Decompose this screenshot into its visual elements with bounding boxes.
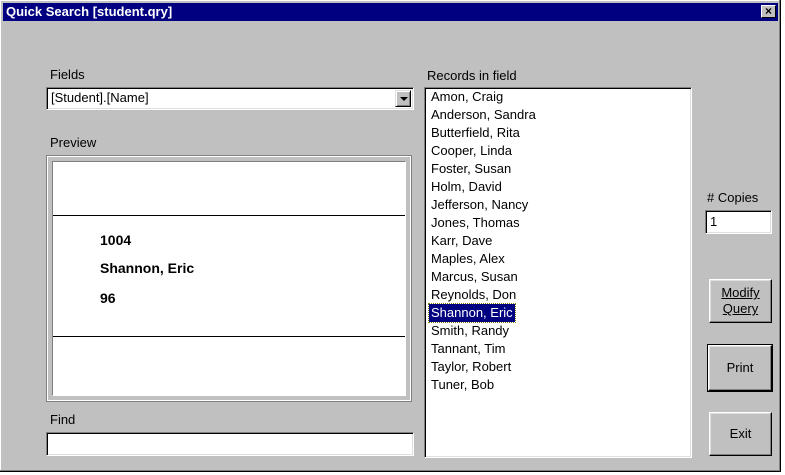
find-input[interactable] xyxy=(46,432,414,456)
record-list-item[interactable]: Cooper, Linda xyxy=(429,142,514,160)
fields-label: Fields xyxy=(50,67,85,82)
record-list-item[interactable]: Jefferson, Nancy xyxy=(429,196,530,214)
preview-line-score: 96 xyxy=(100,290,116,306)
records-listbox[interactable]: Amon, Craig Anderson, Sandra Butterfield, … xyxy=(424,87,692,458)
record-list-item[interactable]: Karr, Dave xyxy=(429,232,494,250)
dialog-window: Quick Search [student.qry] × Fields [Stu… xyxy=(0,0,781,472)
modify-label-line2: Query xyxy=(722,301,759,316)
modify-query-button[interactable]: Modify Query xyxy=(709,279,772,323)
record-list-item[interactable]: Amon, Craig xyxy=(429,88,505,106)
window-title: Quick Search [student.qry] xyxy=(6,4,173,19)
exit-button[interactable]: Exit xyxy=(709,412,772,456)
close-button[interactable]: × xyxy=(761,5,776,18)
preview-line-id: 1004 xyxy=(100,232,132,248)
record-list-item[interactable]: Smith, Randy xyxy=(429,322,511,340)
record-list-item[interactable]: Tuner, Bob xyxy=(429,376,496,394)
preview-label: Preview xyxy=(50,135,97,150)
copies-input[interactable]: 1 xyxy=(705,210,772,234)
record-list-item[interactable]: Jones, Thomas xyxy=(429,214,522,232)
preview-line-name: Shannon, Eric xyxy=(100,260,195,276)
record-list-item[interactable]: Tannant, Tim xyxy=(429,340,507,358)
title-bar[interactable]: Quick Search [student.qry] × xyxy=(3,3,778,21)
record-list-item[interactable]: Maples, Alex xyxy=(429,250,507,268)
record-list-item[interactable]: Butterfield, Rita xyxy=(429,124,522,142)
fields-selected-value: [Student].[Name] xyxy=(51,90,149,105)
copies-label: # Copies xyxy=(707,190,759,205)
record-list-item[interactable]: Marcus, Susan xyxy=(429,268,520,286)
exit-label: Exit xyxy=(729,426,752,441)
preview-label-card: 1004 Shannon, Eric 96 xyxy=(53,215,405,337)
record-list-item[interactable]: Shannon, Eric xyxy=(428,303,516,323)
record-list-item[interactable]: Anderson, Sandra xyxy=(429,106,538,124)
fields-dropdown-button[interactable] xyxy=(395,90,411,107)
print-label: Print xyxy=(726,360,754,375)
close-icon: × xyxy=(764,4,772,18)
record-list-item[interactable]: Reynolds, Don xyxy=(429,286,518,304)
record-list-item[interactable]: Foster, Susan xyxy=(429,160,513,178)
fields-combobox[interactable]: [Student].[Name] xyxy=(46,87,414,110)
copies-value: 1 xyxy=(710,214,718,229)
modify-label-line1: Modify xyxy=(721,285,760,300)
print-button[interactable]: Print xyxy=(707,344,773,392)
records-label: Records in field xyxy=(427,68,517,83)
record-list-item[interactable]: Taylor, Robert xyxy=(429,358,513,376)
find-label: Find xyxy=(50,412,76,427)
record-list-item[interactable]: Holm, David xyxy=(429,178,504,196)
